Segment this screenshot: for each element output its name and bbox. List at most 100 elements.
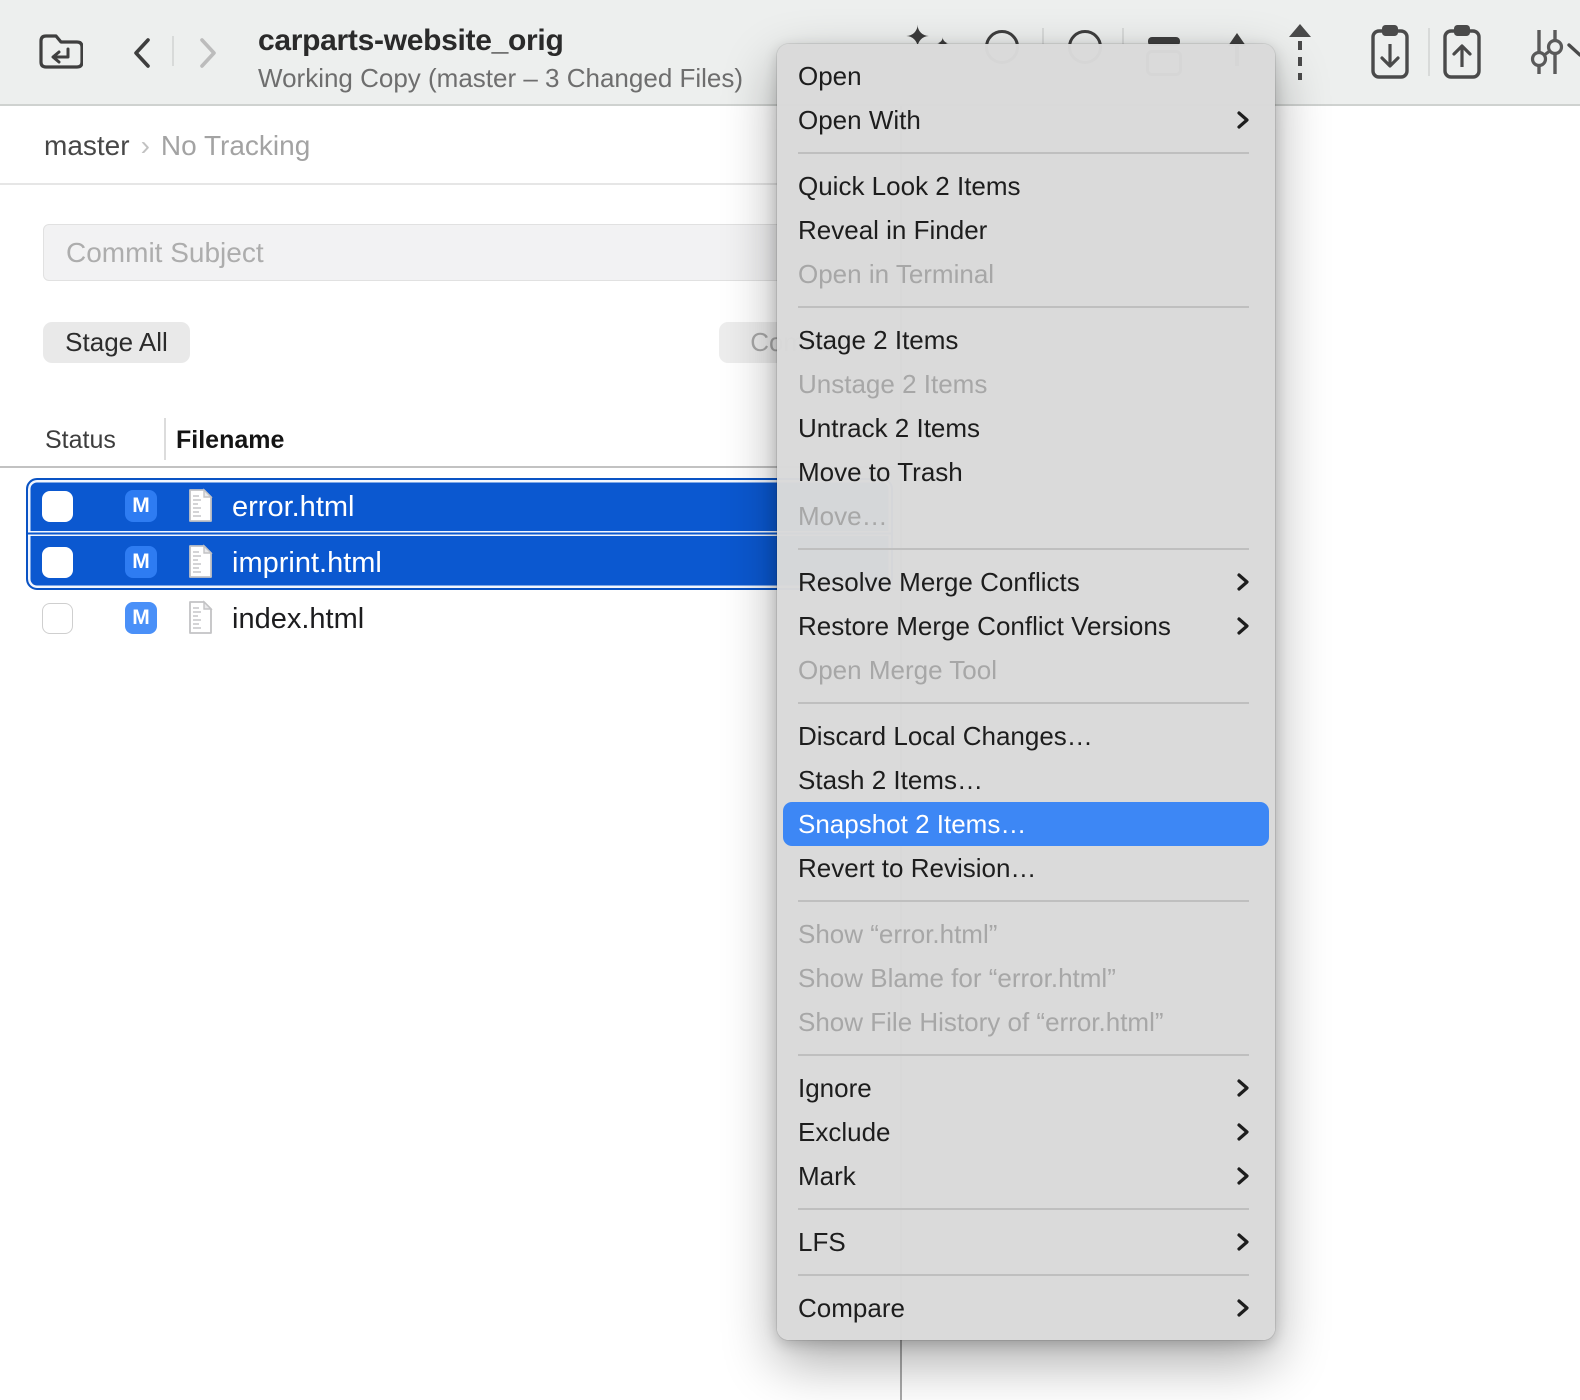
- commit-subject-input[interactable]: [43, 224, 888, 281]
- menu-item-stage-2-items[interactable]: Stage 2 Items: [777, 318, 1275, 362]
- status-badge-modified: M: [125, 602, 157, 634]
- menu-item-label: Reveal in Finder: [798, 215, 987, 245]
- stage-checkbox[interactable]: [42, 603, 73, 634]
- menu-item-label: Mark: [798, 1161, 856, 1191]
- menu-item-discard-local-changes[interactable]: Discard Local Changes…: [777, 714, 1275, 758]
- forward-button[interactable]: [196, 36, 220, 70]
- submenu-chevron-icon: [1235, 571, 1251, 593]
- menu-item-show-error-html: Show “error.html”: [777, 912, 1275, 956]
- file-row-imprint.html[interactable]: Mimprint.html: [0, 534, 901, 590]
- clipboard-up-icon[interactable]: [1438, 22, 1486, 82]
- menu-separator: [798, 1054, 1249, 1056]
- menu-separator: [798, 306, 1249, 308]
- submenu-chevron-icon: [1235, 1077, 1251, 1099]
- window-title-block: carparts-website_orig Working Copy (mast…: [258, 24, 743, 94]
- menu-item-label: LFS: [798, 1227, 846, 1257]
- menu-item-quick-look-2-items[interactable]: Quick Look 2 Items: [777, 164, 1275, 208]
- menu-item-label: Restore Merge Conflict Versions: [798, 611, 1171, 641]
- menu-item-label: Show Blame for “error.html”: [798, 963, 1116, 993]
- compare-nodes-icon[interactable]: [1522, 26, 1570, 78]
- menu-separator: [798, 152, 1249, 154]
- submenu-chevron-icon: [1235, 109, 1251, 131]
- working-copy-pane: master›No Tracking Stage All Commit Stat…: [0, 106, 901, 1400]
- menu-item-label: Exclude: [798, 1117, 891, 1147]
- menu-item-resolve-merge-conflicts[interactable]: Resolve Merge Conflicts: [777, 560, 1275, 604]
- column-divider[interactable]: [164, 418, 166, 460]
- back-button[interactable]: [130, 36, 154, 70]
- column-header-filename[interactable]: Filename: [176, 426, 284, 455]
- menu-item-open-with[interactable]: Open With: [777, 98, 1275, 142]
- table-header-divider: [0, 466, 901, 468]
- file-row-error.html[interactable]: Merror.html: [0, 478, 901, 534]
- push-dashed-arrow-icon[interactable]: [1286, 24, 1314, 82]
- menu-item-label: Stash 2 Items…: [798, 765, 983, 795]
- breadcrumb-separator: ›: [141, 130, 150, 161]
- status-badge-modified: M: [125, 490, 157, 522]
- submenu-chevron-icon: [1235, 1121, 1251, 1143]
- menu-item-label: Show “error.html”: [798, 919, 997, 949]
- breadcrumb-divider: [0, 183, 901, 185]
- breadcrumb: master › No Tracking: [44, 130, 310, 162]
- menu-item-open-in-terminal: Open in Terminal: [777, 252, 1275, 296]
- file-row-index.html[interactable]: Mindex.html: [0, 590, 901, 646]
- clipboard-down-icon[interactable]: [1366, 22, 1414, 82]
- menu-item-lfs[interactable]: LFS: [777, 1220, 1275, 1264]
- breadcrumb-branch[interactable]: master: [44, 130, 130, 161]
- menu-separator: [798, 702, 1249, 704]
- menu-item-move-to-trash[interactable]: Move to Trash: [777, 450, 1275, 494]
- repository-list-icon[interactable]: [37, 30, 83, 72]
- file-document-icon: [187, 488, 214, 523]
- menu-item-label: Move to Trash: [798, 457, 963, 487]
- menu-separator: [798, 1274, 1249, 1276]
- menu-item-mark[interactable]: Mark: [777, 1154, 1275, 1198]
- menu-item-label: Unstage 2 Items: [798, 369, 987, 399]
- menu-item-reveal-in-finder[interactable]: Reveal in Finder: [777, 208, 1275, 252]
- menu-item-ignore[interactable]: Ignore: [777, 1066, 1275, 1110]
- toolbar-separator: [1428, 28, 1430, 76]
- window-title: carparts-website_orig: [258, 24, 743, 58]
- menu-item-exclude[interactable]: Exclude: [777, 1110, 1275, 1154]
- menu-item-label: Open Merge Tool: [798, 655, 997, 685]
- menu-item-label: Quick Look 2 Items: [798, 171, 1021, 201]
- menu-item-label: Ignore: [798, 1073, 872, 1103]
- menu-item-show-blame-for-error-html: Show Blame for “error.html”: [777, 956, 1275, 1000]
- filename-label: error.html: [232, 491, 354, 524]
- menu-item-label: Stage 2 Items: [798, 325, 958, 355]
- stage-checkbox[interactable]: [42, 491, 73, 522]
- menu-item-stash-2-items[interactable]: Stash 2 Items…: [777, 758, 1275, 802]
- filename-label: imprint.html: [232, 547, 382, 580]
- nav-separator: [172, 36, 174, 66]
- menu-item-label: Untrack 2 Items: [798, 413, 980, 443]
- submenu-chevron-icon: [1235, 1231, 1251, 1253]
- breadcrumb-tracking[interactable]: No Tracking: [161, 130, 310, 161]
- file-document-icon: [187, 544, 214, 579]
- menu-item-label: Resolve Merge Conflicts: [798, 567, 1080, 597]
- menu-item-move: Move…: [777, 494, 1275, 538]
- stage-checkbox[interactable]: [42, 547, 73, 578]
- menu-item-label: Open in Terminal: [798, 259, 994, 289]
- menu-item-label: Snapshot 2 Items…: [798, 809, 1026, 839]
- menu-item-snapshot-2-items[interactable]: Snapshot 2 Items…: [783, 802, 1269, 846]
- menu-item-revert-to-revision[interactable]: Revert to Revision…: [777, 846, 1275, 890]
- menu-separator: [798, 900, 1249, 902]
- menu-item-unstage-2-items: Unstage 2 Items: [777, 362, 1275, 406]
- menu-item-label: Compare: [798, 1293, 905, 1323]
- file-document-icon: [187, 600, 214, 635]
- menu-separator: [798, 1208, 1249, 1210]
- menu-separator: [798, 548, 1249, 550]
- menu-item-label: Open: [798, 61, 862, 91]
- menu-item-label: Open With: [798, 105, 921, 135]
- menu-item-open[interactable]: Open: [777, 54, 1275, 98]
- chevron-down-icon[interactable]: [1566, 42, 1580, 62]
- menu-item-untrack-2-items[interactable]: Untrack 2 Items: [777, 406, 1275, 450]
- app-window: carparts-website_orig Working Copy (mast…: [0, 0, 1580, 1400]
- menu-item-compare[interactable]: Compare: [777, 1286, 1275, 1330]
- menu-item-restore-merge-conflict-versions[interactable]: Restore Merge Conflict Versions: [777, 604, 1275, 648]
- column-header-status[interactable]: Status: [45, 426, 116, 455]
- status-badge-modified: M: [125, 546, 157, 578]
- menu-item-show-file-history-of-error-html: Show File History of “error.html”: [777, 1000, 1275, 1044]
- stage-all-button[interactable]: Stage All: [43, 322, 190, 363]
- menu-item-label: Revert to Revision…: [798, 853, 1036, 883]
- menu-item-label: Show File History of “error.html”: [798, 1007, 1164, 1037]
- menu-item-open-merge-tool: Open Merge Tool: [777, 648, 1275, 692]
